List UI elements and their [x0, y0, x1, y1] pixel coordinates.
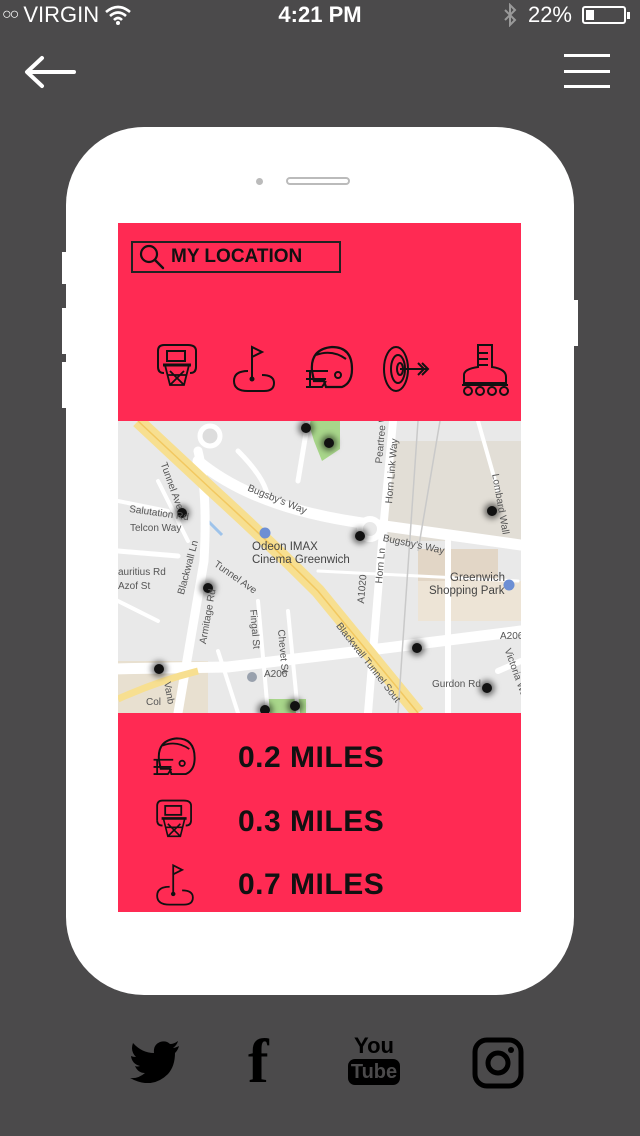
golf-flag-icon	[156, 863, 194, 906]
top-nav	[0, 52, 640, 92]
phone-mockup: MY LOCATION Bugsby's Way Bugsby's Way Od…	[66, 127, 574, 995]
map-pin[interactable]	[482, 683, 492, 693]
basketball-hoop-icon[interactable]	[150, 341, 206, 397]
result-distance: 0.3 MILES	[238, 805, 385, 838]
map-label: A206	[264, 669, 288, 680]
location-map[interactable]: Bugsby's Way Bugsby's Way Odeon IMAX Cin…	[118, 421, 521, 713]
map-pin[interactable]	[290, 701, 300, 711]
twitter-icon[interactable]	[130, 1041, 180, 1083]
map-label: Cinema Greenwich	[252, 554, 350, 566]
map-pin[interactable]	[301, 423, 311, 433]
location-search[interactable]: MY LOCATION	[131, 241, 341, 273]
map-label: auritius Rd	[118, 567, 166, 578]
status-bar: ○○ VIRGIN 4:21 PM 22%	[0, 0, 640, 30]
football-helmet-icon	[153, 737, 196, 776]
app-screen: MY LOCATION Bugsby's Way Bugsby's Way Od…	[118, 223, 521, 912]
result-distance: 0.2 MILES	[238, 741, 385, 774]
archery-target-icon[interactable]	[378, 341, 434, 397]
phone-camera	[256, 178, 263, 185]
map-label: Azof St	[118, 581, 151, 592]
youtube-icon[interactable]: You Tube	[348, 1035, 400, 1085]
result-row[interactable]: 0.7 MILES	[118, 860, 521, 910]
map-label: A206	[500, 631, 521, 642]
map-base	[118, 421, 521, 713]
result-row[interactable]: 0.3 MILES	[118, 797, 521, 847]
battery-icon	[582, 6, 630, 24]
map-label: Greenwich	[450, 572, 505, 584]
map-label: Shopping Park	[429, 585, 505, 597]
map-label: Telcon Way	[130, 523, 182, 534]
map-pin[interactable]	[154, 664, 164, 674]
map-pin[interactable]	[412, 643, 422, 653]
search-label: MY LOCATION	[171, 246, 303, 267]
map-pin[interactable]	[324, 438, 334, 448]
map-label: Col	[146, 697, 162, 708]
map-pin[interactable]	[355, 531, 365, 541]
phone-speaker	[286, 177, 350, 185]
hamburger-menu-icon[interactable]	[564, 52, 610, 92]
social-links: f You Tube	[0, 1031, 640, 1093]
map-pin[interactable]	[260, 705, 270, 713]
result-distance: 0.7 MILES	[238, 868, 385, 901]
instagram-icon[interactable]	[472, 1037, 524, 1089]
facebook-icon[interactable]: f	[248, 1031, 269, 1093]
rollerblade-icon[interactable]	[454, 341, 510, 397]
search-icon	[139, 244, 165, 270]
football-helmet-icon[interactable]	[302, 341, 358, 397]
sport-filter-row	[118, 341, 521, 397]
basketball-hoop-icon	[156, 799, 192, 838]
map-label: Gurdon Rd	[432, 679, 481, 690]
result-row[interactable]: 0.2 MILES	[118, 733, 521, 783]
battery-percent: 22%	[527, 2, 572, 27]
map-label: Odeon IMAX	[252, 541, 318, 553]
bluetooth-icon	[504, 3, 517, 27]
back-arrow-icon[interactable]	[22, 52, 78, 92]
youtube-bottom-text: Tube	[348, 1059, 400, 1085]
golf-flag-icon[interactable]	[226, 341, 282, 397]
youtube-top-text: You	[354, 1033, 394, 1058]
